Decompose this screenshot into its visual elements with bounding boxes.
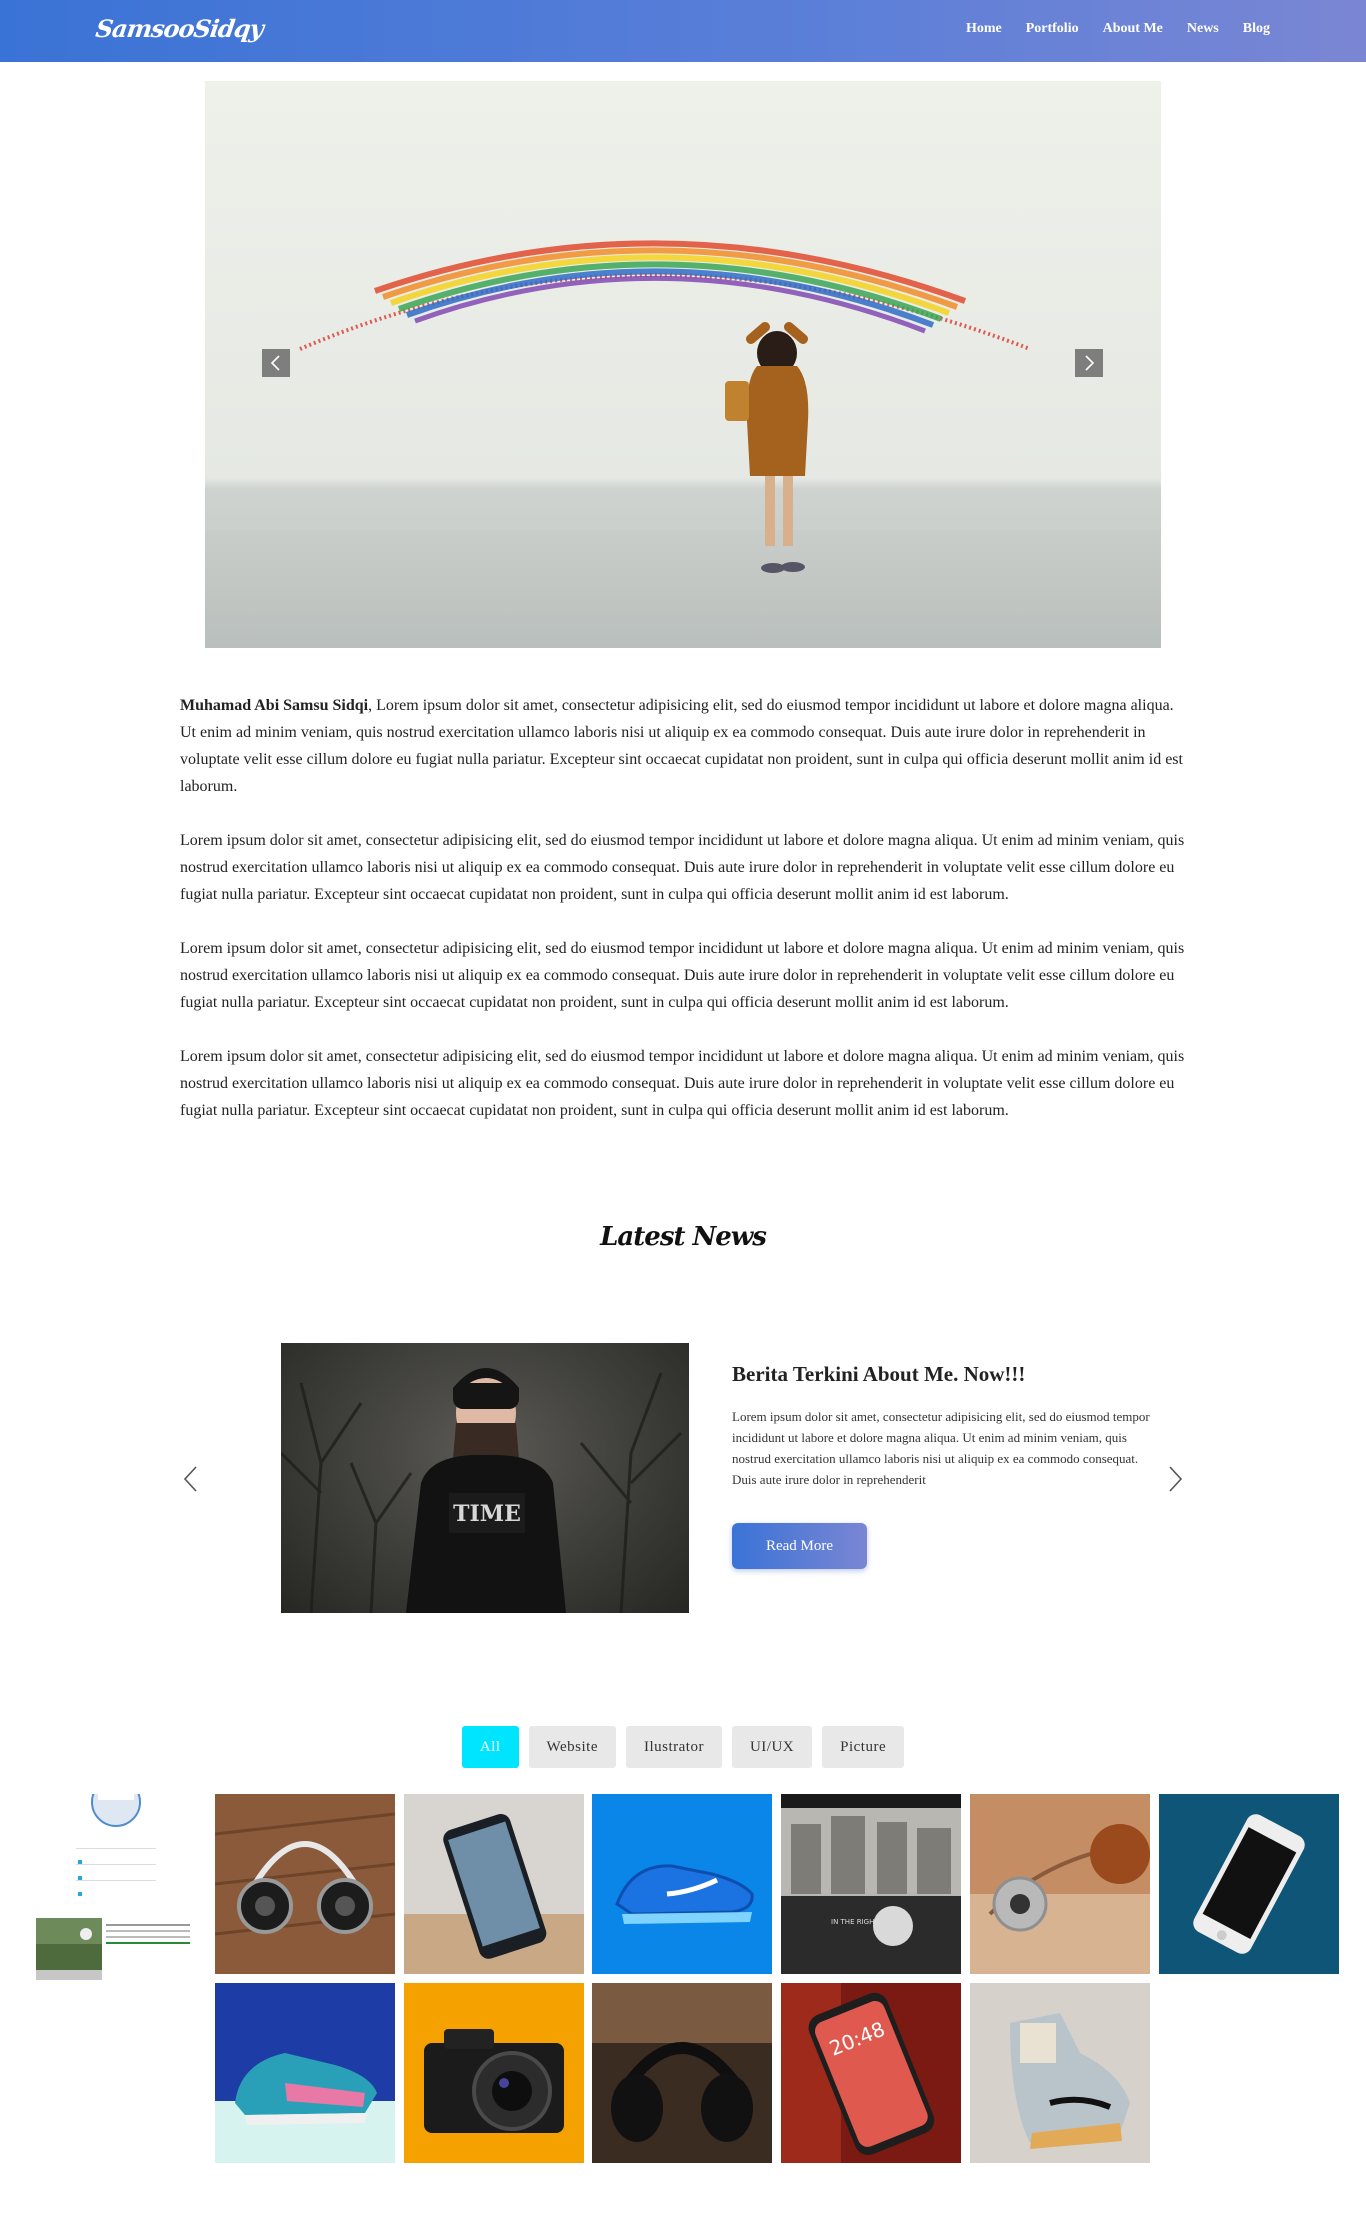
gallery-item-earphones[interactable] (970, 1794, 1150, 1974)
nav-link-news[interactable]: News (1187, 21, 1219, 37)
about-paragraph: Lorem ipsum dolor sit amet, consectetur … (180, 1048, 1185, 1119)
gallery-item-iphone[interactable] (1159, 1794, 1339, 1974)
news-excerpt: Lorem ipsum dolor sit amet, consectetur … (732, 1409, 1150, 1487)
sneaker-icon (215, 1983, 395, 2163)
svg-text:IN THE RIGHT...: IN THE RIGHT... (831, 1918, 884, 1926)
hero-carousel (205, 81, 1161, 648)
svg-text:TIME: TIME (453, 1501, 521, 1527)
news-title: Berita Terkini About Me. Now!!! (732, 1362, 1026, 1386)
filter-ilustrator[interactable]: Ilustrator (625, 1726, 722, 1768)
gallery-item-sneaker[interactable] (970, 1983, 1150, 2163)
brand-logo[interactable]: SamsooSidqy (94, 14, 265, 43)
author-name: Muhamad Abi Samsu Sidqi (180, 697, 369, 714)
gallery-item-camera[interactable] (404, 1983, 584, 2163)
filter-picture[interactable]: Picture (822, 1726, 905, 1768)
about-section: Muhamad Abi Samsu Sidqi, Lorem ipsum dol… (180, 692, 1186, 1151)
gallery-item-headphones[interactable] (592, 1983, 772, 2163)
filter-website[interactable]: Website (528, 1726, 616, 1768)
news-prev-button[interactable] (180, 1464, 202, 1494)
filter-ui-ux[interactable]: UI/UX (731, 1726, 813, 1768)
smartphone-icon (404, 1794, 584, 1974)
street-photo-icon: IN THE RIGHT... (781, 1794, 961, 1974)
gallery-item-smartphone[interactable] (404, 1794, 584, 1974)
iphone-icon (1159, 1794, 1339, 1974)
read-more-button[interactable]: Read More (732, 1523, 867, 1569)
chevron-left-icon (270, 355, 280, 371)
gallery-item-headphones[interactable] (215, 1794, 395, 1974)
news-next-button[interactable] (1164, 1464, 1186, 1494)
news-image: TIME (281, 1343, 689, 1613)
navbar: SamsooSidqy Home Portfolio About Me News… (0, 0, 1366, 62)
nav-link-home[interactable]: Home (966, 21, 1002, 37)
about-intro: Muhamad Abi Samsu Sidqi, Lorem ipsum dol… (180, 692, 1186, 800)
gallery-item-street-photo[interactable]: IN THE RIGHT... (781, 1794, 961, 1974)
about-paragraph: Lorem ipsum dolor sit amet, consectetur … (180, 940, 1185, 1011)
gallery-item-iphone[interactable]: 20:48 (781, 1983, 961, 2163)
nav-link-portfolio[interactable]: Portfolio (1026, 21, 1079, 37)
earphones-icon (970, 1794, 1150, 1974)
iphone-icon: 20:48 (781, 1983, 961, 2163)
gallery-item-sneaker[interactable] (592, 1794, 772, 1974)
filter-all[interactable]: All (461, 1726, 519, 1768)
latest-news-heading: Latest News (600, 1222, 767, 1252)
hero-prev-button[interactable] (262, 349, 290, 377)
nav-link-blog[interactable]: Blog (1243, 21, 1270, 37)
camera-icon (404, 1983, 584, 2163)
sneaker-icon (970, 1983, 1150, 2163)
gallery-item-sneaker[interactable] (215, 1983, 395, 2163)
chevron-right-icon (1085, 355, 1095, 371)
news-photo-art: TIME (281, 1368, 683, 1613)
portfolio-filters: All Website Ilustrator UI/UX Picture (0, 1726, 1366, 1768)
hero-next-button[interactable] (1075, 349, 1103, 377)
hero-image (299, 240, 1031, 573)
about-paragraph: Lorem ipsum dolor sit amet, consectetur … (180, 832, 1185, 903)
headphones-icon (592, 1983, 772, 2163)
website-thumbnail[interactable] (36, 1794, 196, 1980)
nav-links: Home Portfolio About Me News Blog (966, 21, 1270, 37)
sneaker-icon (592, 1794, 772, 1974)
headphones-icon (215, 1794, 395, 1974)
nav-link-about-me[interactable]: About Me (1103, 21, 1163, 37)
